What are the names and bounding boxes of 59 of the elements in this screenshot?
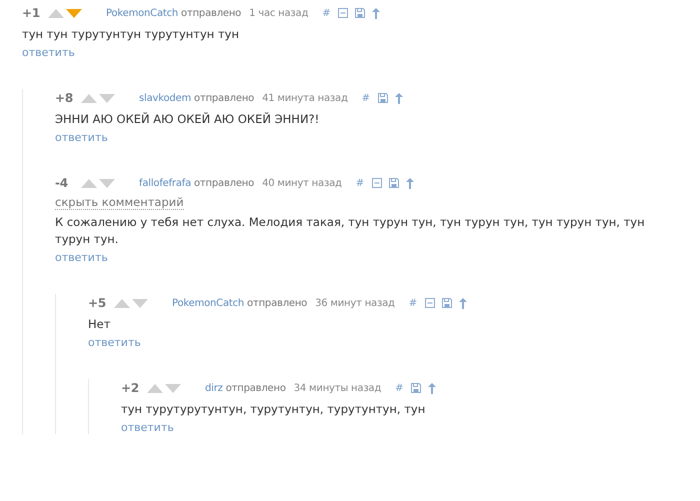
anchor-link[interactable]: # xyxy=(356,178,364,188)
comment-text: тун турутурутунтун, турутунтун, турутунтун, тун xyxy=(121,401,426,418)
downvote-icon[interactable] xyxy=(165,384,181,392)
downvote-icon[interactable] xyxy=(99,178,115,188)
sent-label: отправлено xyxy=(226,382,286,394)
anchor-link[interactable]: # xyxy=(408,298,417,308)
up-arrow-icon[interactable] xyxy=(372,8,380,18)
rating: +8 xyxy=(55,91,74,105)
rating: -4 xyxy=(55,176,69,190)
comment-text: Нет xyxy=(88,316,112,333)
downvote-icon[interactable] xyxy=(99,94,115,102)
upvote-icon[interactable] xyxy=(81,94,97,102)
sent-label: отправлено xyxy=(247,298,308,308)
timestamp: 34 минуты назад xyxy=(294,382,382,394)
anchor-link[interactable]: # xyxy=(362,92,370,104)
upvote-icon[interactable] xyxy=(81,178,97,188)
upvote-icon[interactable] xyxy=(147,384,163,392)
comment-text: ЭННИ АЮ ОКЕЙ АЮ ОКЕЙ АЮ ОКЕЙ ЭННИ?! xyxy=(55,111,320,128)
reply-link[interactable]: ответить xyxy=(55,131,108,144)
comment-text: тун тун турутунтун турутунтун тун xyxy=(22,26,240,43)
downvote-icon[interactable] xyxy=(132,298,148,308)
rating: +5 xyxy=(88,296,108,310)
collapse-icon[interactable] xyxy=(424,298,435,308)
hide-comment-link[interactable]: скрыть комментарий xyxy=(55,195,184,210)
author-link[interactable]: fallofefrafa xyxy=(139,178,192,188)
anchor-link[interactable]: # xyxy=(322,8,330,18)
timestamp: 36 минут назад xyxy=(315,298,395,308)
upvote-icon[interactable] xyxy=(114,298,130,308)
timestamp: 40 минут назад xyxy=(262,178,342,188)
up-arrow-icon[interactable] xyxy=(458,298,467,308)
save-icon[interactable] xyxy=(378,93,388,103)
reply-link[interactable]: ответить xyxy=(88,336,141,349)
sent-label: отправлено xyxy=(181,8,242,18)
timestamp: 41 минута назад xyxy=(262,92,348,104)
comment-text: К сожалению у тебя нет слуха. Мелодия такая, тун турун тун, тун турун тун, тун турун тун, тун турун тун. xyxy=(55,214,646,248)
save-icon[interactable] xyxy=(388,178,399,188)
downvote-icon[interactable] xyxy=(66,8,82,18)
author-link[interactable]: PokemonCatch xyxy=(172,298,244,308)
author-link[interactable]: PokemonCatch xyxy=(106,8,178,18)
upvote-icon[interactable] xyxy=(48,8,64,18)
collapse-icon[interactable] xyxy=(338,8,348,18)
save-icon[interactable] xyxy=(355,8,366,18)
up-arrow-icon[interactable] xyxy=(406,178,414,188)
reply-link[interactable]: ответить xyxy=(121,421,174,434)
author-link[interactable]: slavkodem xyxy=(139,92,192,104)
collapse-icon[interactable] xyxy=(372,178,382,188)
timestamp: 1 час назад xyxy=(249,8,308,18)
up-arrow-icon[interactable] xyxy=(394,92,403,104)
sent-label: отправлено xyxy=(194,178,254,188)
save-icon[interactable] xyxy=(442,298,452,308)
anchor-link[interactable]: # xyxy=(395,382,404,394)
reply-link[interactable]: ответить xyxy=(22,46,75,59)
rating: +2 xyxy=(121,381,140,395)
reply-link[interactable]: ответить xyxy=(55,251,108,264)
author-link[interactable]: dirz xyxy=(205,382,223,394)
rating: +1 xyxy=(22,6,42,20)
up-arrow-icon[interactable] xyxy=(428,382,436,394)
save-icon[interactable] xyxy=(411,383,422,393)
sent-label: отправлено xyxy=(194,92,254,104)
